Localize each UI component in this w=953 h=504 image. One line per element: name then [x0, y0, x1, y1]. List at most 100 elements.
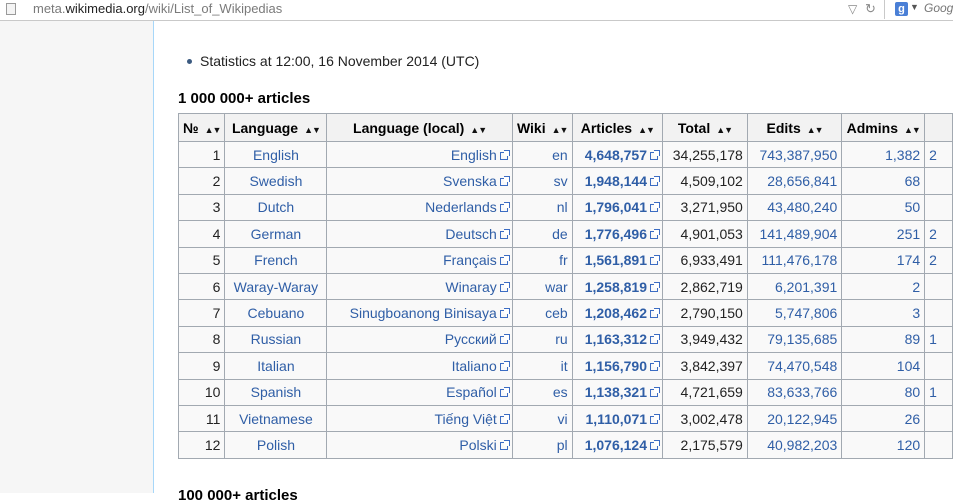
col-header-total[interactable]: Total ▲▼: [662, 113, 748, 142]
admins-link[interactable]: 68: [905, 173, 921, 189]
articles-link[interactable]: 1,163,312: [585, 331, 647, 347]
col-header-wiki[interactable]: Wiki ▲▼: [511, 113, 573, 142]
col-header-language-local[interactable]: Language (local) ▲▼: [326, 113, 513, 142]
edits-link[interactable]: 28,656,841: [767, 173, 837, 189]
edits-link[interactable]: 5,747,806: [775, 305, 837, 321]
articles-link[interactable]: 1,796,041: [585, 199, 647, 215]
articles-link[interactable]: 1,110,071: [586, 411, 648, 427]
admins-link[interactable]: 3: [912, 305, 920, 321]
edits-link[interactable]: 79,135,685: [767, 331, 837, 347]
articles-link[interactable]: 1,948,144: [585, 173, 647, 189]
sort-icon[interactable]: ▲▼: [716, 125, 733, 135]
language-link[interactable]: Italian: [257, 358, 294, 374]
edits-link[interactable]: 141,489,904: [759, 226, 837, 242]
admins-link[interactable]: 1,382: [885, 147, 920, 163]
language-link[interactable]: Vietnamese: [239, 411, 313, 427]
admins-link[interactable]: 2: [912, 279, 920, 295]
search-box[interactable]: g ▼ Goog: [884, 0, 953, 19]
articles-link[interactable]: 1,208,462: [585, 305, 647, 321]
admins-link[interactable]: 89: [905, 331, 921, 347]
edits-link[interactable]: 74,470,548: [767, 358, 837, 374]
address-bar[interactable]: meta.wikimedia.org/wiki/List_of_Wikipedi…: [0, 0, 884, 19]
col-header-language[interactable]: Language ▲▼: [224, 113, 328, 142]
edits-link[interactable]: 43,480,240: [767, 199, 837, 215]
sort-icon[interactable]: ▲▼: [552, 125, 569, 135]
local-language-link[interactable]: Deutsch: [445, 226, 496, 242]
sort-icon[interactable]: ▲▼: [638, 125, 655, 135]
extra-link[interactable]: 1: [929, 384, 937, 400]
sort-icon[interactable]: ▲▼: [205, 125, 222, 135]
language-link[interactable]: Spanish: [251, 384, 302, 400]
col-header-edits[interactable]: Edits ▲▼: [746, 113, 843, 142]
admins-link[interactable]: 26: [905, 411, 921, 427]
local-language-link[interactable]: Svenska: [443, 173, 497, 189]
wiki-code-link[interactable]: nl: [557, 199, 568, 215]
extra-link[interactable]: 2: [929, 147, 937, 163]
articles-link[interactable]: 1,156,790: [585, 358, 647, 374]
admins-link[interactable]: 174: [897, 252, 920, 268]
language-link[interactable]: Russian: [251, 331, 302, 347]
wiki-code-link[interactable]: de: [552, 226, 568, 242]
articles-link[interactable]: 1,138,321: [585, 384, 647, 400]
extra-link[interactable]: 1: [929, 331, 937, 347]
wiki-code-link[interactable]: en: [552, 147, 568, 163]
edits-link[interactable]: 20,122,945: [767, 411, 837, 427]
local-language-link[interactable]: English: [451, 147, 497, 163]
wiki-code-link[interactable]: ru: [555, 331, 567, 347]
admins-link[interactable]: 80: [905, 384, 921, 400]
edits-link[interactable]: 743,387,950: [759, 147, 837, 163]
col-header-more[interactable]: [924, 113, 953, 142]
edits-link[interactable]: 6,201,391: [775, 279, 837, 295]
local-language-link[interactable]: Italiano: [452, 358, 497, 374]
wiki-code-link[interactable]: vi: [558, 411, 568, 427]
wiki-code-link[interactable]: pl: [557, 437, 568, 453]
extra-link[interactable]: 2: [929, 252, 937, 268]
search-engine-dropdown-icon[interactable]: ▼: [910, 2, 919, 12]
wiki-code-link[interactable]: sv: [554, 173, 568, 189]
language-link[interactable]: English: [253, 147, 299, 163]
language-link[interactable]: Swedish: [249, 173, 302, 189]
articles-link[interactable]: 1,076,124: [585, 437, 647, 453]
sort-icon[interactable]: ▲▼: [904, 125, 921, 135]
wiki-code-link[interactable]: fr: [559, 252, 568, 268]
language-link[interactable]: German: [251, 226, 302, 242]
extra-link[interactable]: 2: [929, 226, 937, 242]
admins-link[interactable]: 120: [897, 437, 920, 453]
dropdown-arrow-icon[interactable]: ▽: [848, 2, 857, 16]
col-header-articles[interactable]: Articles ▲▼: [571, 113, 664, 142]
language-link[interactable]: Polish: [257, 437, 295, 453]
articles-link[interactable]: 4,648,757: [585, 147, 647, 163]
edits-link[interactable]: 40,982,203: [767, 437, 837, 453]
local-language-link[interactable]: Русский: [445, 331, 497, 347]
admins-link[interactable]: 251: [897, 226, 920, 242]
admins-link[interactable]: 50: [905, 199, 921, 215]
language-link[interactable]: Waray-Waray: [234, 279, 319, 295]
wiki-code-link[interactable]: ceb: [545, 305, 568, 321]
sort-icon[interactable]: ▲▼: [470, 125, 487, 135]
local-language-link[interactable]: Nederlands: [425, 199, 497, 215]
articles-link[interactable]: 1,258,819: [585, 279, 647, 295]
edits-link[interactable]: 83,633,766: [767, 384, 837, 400]
local-language-link[interactable]: Sinugboanong Binisaya: [350, 305, 497, 321]
local-language-link[interactable]: Français: [443, 252, 497, 268]
col-header-number[interactable]: № ▲▼: [177, 113, 226, 142]
url-text[interactable]: meta.wikimedia.org/wiki/List_of_Wikipedi…: [33, 0, 282, 18]
sort-icon[interactable]: ▲▼: [304, 125, 321, 135]
language-link[interactable]: French: [254, 252, 298, 268]
wiki-code-link[interactable]: es: [553, 384, 568, 400]
local-language-link[interactable]: Winaray: [445, 279, 496, 295]
sort-icon[interactable]: ▲▼: [807, 125, 824, 135]
local-language-link[interactable]: Español: [446, 384, 497, 400]
local-language-link[interactable]: Tiếng Việt: [434, 411, 496, 427]
edits-link[interactable]: 111,476,178: [762, 252, 838, 268]
local-language-link[interactable]: Polski: [459, 437, 496, 453]
wiki-code-link[interactable]: it: [561, 358, 568, 374]
articles-link[interactable]: 1,776,496: [585, 226, 647, 242]
wiki-code-link[interactable]: war: [545, 279, 568, 295]
language-link[interactable]: Dutch: [258, 199, 295, 215]
language-link[interactable]: Cebuano: [248, 305, 305, 321]
reload-icon[interactable]: ↻: [865, 2, 876, 16]
admins-link[interactable]: 104: [897, 358, 920, 374]
col-header-admins[interactable]: Admins ▲▼: [841, 113, 926, 142]
articles-link[interactable]: 1,561,891: [585, 252, 647, 268]
